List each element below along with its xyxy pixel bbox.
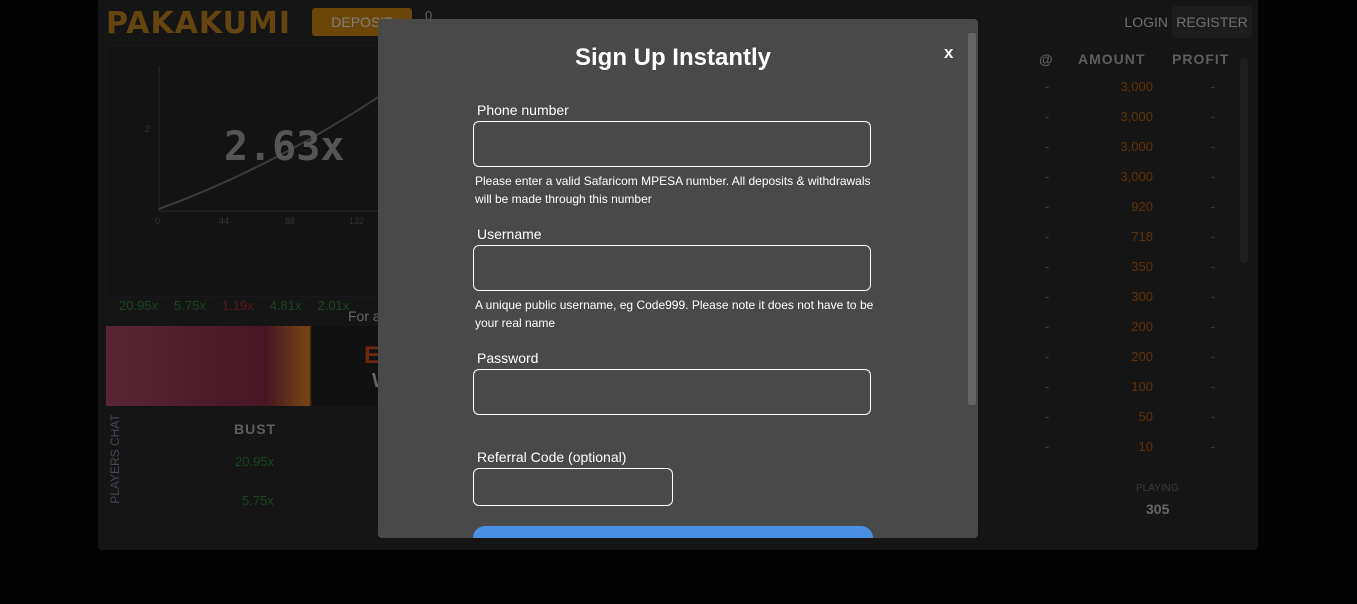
- password-field[interactable]: [473, 369, 871, 415]
- signup-modal: Sign Up Instantly x Phone number Please …: [378, 19, 978, 538]
- username-help-text: A unique public username, eg Code999. Pl…: [475, 298, 874, 330]
- password-label: Password: [477, 350, 539, 366]
- referral-code-field[interactable]: [473, 468, 673, 506]
- phone-help-text: Please enter a valid Safaricom MPESA num…: [475, 174, 871, 206]
- phone-label: Phone number: [477, 102, 569, 118]
- username-label: Username: [477, 226, 542, 242]
- close-button[interactable]: x: [944, 43, 953, 63]
- modal-scrollbar-thumb[interactable]: [968, 33, 976, 405]
- modal-title: Sign Up Instantly: [574, 44, 771, 71]
- referral-label: Referral Code (optional): [477, 449, 627, 465]
- signup-submit-button[interactable]: [473, 526, 873, 538]
- username-field[interactable]: [473, 245, 871, 291]
- phone-field[interactable]: [473, 121, 871, 167]
